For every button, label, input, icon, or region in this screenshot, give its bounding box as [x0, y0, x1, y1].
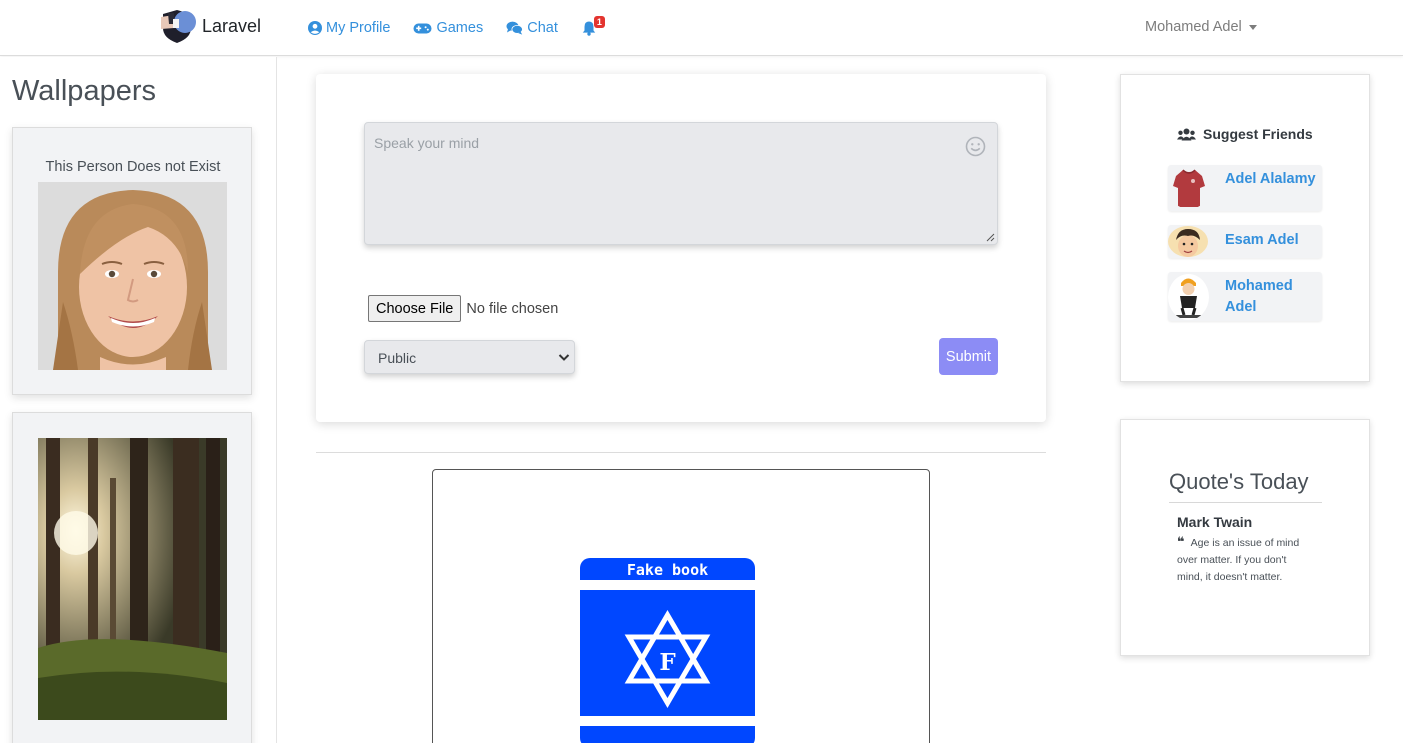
quote-title: Quote's Today	[1169, 469, 1309, 494]
caret-down-icon	[1248, 24, 1257, 30]
user-name: Mohamed Adel	[1145, 19, 1242, 35]
wallpaper-caption: This Person Does not Exist	[45, 159, 221, 175]
nav-links: My Profile Games Chat 1	[308, 16, 609, 38]
choose-file-button[interactable]: Choose File	[368, 295, 462, 322]
quote-body: ❝ Age is an issue of mind over matter. If…	[1177, 533, 1307, 586]
friend-suggestion[interactable]: Adel Alalamy	[1168, 165, 1322, 211]
nav-games-label: Games	[436, 20, 484, 36]
woman-portrait-image	[38, 182, 227, 370]
wallpaper-card[interactable]: This Person Does not Exist	[12, 127, 252, 395]
brand-name: Laravel	[202, 15, 262, 36]
smile-icon[interactable]	[965, 136, 986, 157]
suggest-friends-card: Suggest Friends Adel Alalamy Esam Adel M…	[1120, 74, 1370, 382]
friend-suggestion[interactable]: Mohamed Adel	[1168, 272, 1322, 321]
quote-author: Mark Twain	[1177, 514, 1253, 530]
users-icon	[1177, 128, 1196, 140]
wallpapers-sidebar: Wallpapers This Person Does not Exist	[0, 57, 277, 743]
fakebook-letter-text: F	[659, 649, 676, 676]
privacy-select[interactable]: Public	[364, 340, 575, 374]
nav-chat[interactable]: Chat	[506, 20, 558, 36]
quote-card: Quote's Today Mark Twain ❝ Age is an issu…	[1120, 419, 1370, 656]
friend-name[interactable]: Esam Adel	[1225, 230, 1299, 251]
nav-my-profile[interactable]: My Profile	[308, 20, 390, 36]
notifications-button[interactable]: 1	[581, 16, 609, 38]
chevron-down-icon	[558, 354, 570, 361]
resize-grip-icon[interactable]	[986, 233, 995, 242]
submit-button[interactable]: Submit	[939, 338, 998, 375]
brand[interactable]: Laravel	[158, 8, 261, 44]
friend-suggestion[interactable]: Esam Adel	[1168, 225, 1322, 258]
user-circle-icon	[308, 21, 322, 35]
suggest-friends-label: Suggest Friends	[1203, 126, 1313, 142]
quote-left-icon: ❝	[1177, 534, 1185, 549]
nav-chat-label: Chat	[527, 20, 558, 36]
wallpapers-title: Wallpapers	[12, 75, 156, 107]
avatar	[1168, 166, 1210, 209]
divider	[316, 452, 1046, 453]
friend-name[interactable]: Adel Alalamy	[1225, 169, 1316, 190]
suggest-friends-title: Suggest Friends	[1177, 126, 1313, 142]
gamepad-icon	[413, 23, 432, 33]
avatar	[1168, 226, 1208, 257]
comments-icon	[506, 21, 524, 35]
friend-name[interactable]: Mohamed Adel	[1225, 276, 1315, 318]
avatar	[1168, 274, 1209, 320]
post-textarea[interactable]	[364, 122, 998, 245]
forest-image	[38, 438, 227, 720]
wallpaper-card[interactable]	[12, 412, 252, 743]
fakebook-title-text: Fake book	[627, 561, 708, 579]
quote-text: Age is an issue of mind over matter. If …	[1177, 537, 1300, 583]
brand-logo-icon	[161, 10, 196, 43]
fakebook-logo-image: Fake book F	[580, 558, 755, 743]
nav-games[interactable]: Games	[413, 20, 483, 36]
user-dropdown[interactable]: Mohamed Adel	[1145, 19, 1257, 35]
quote-divider	[1169, 502, 1322, 503]
privacy-selected-value: Public	[378, 350, 417, 366]
navbar: Laravel My Profile Games Chat 1 Mohamed …	[0, 0, 1403, 56]
notification-count-badge: 1	[593, 16, 605, 28]
post-composer: Choose File No file chosen Public Submit	[316, 74, 1046, 422]
nav-my-profile-label: My Profile	[326, 20, 391, 36]
file-status: No file chosen	[466, 300, 559, 317]
file-upload: Choose File No file chosen	[368, 295, 558, 322]
feed-post: Fake book F	[432, 469, 930, 743]
